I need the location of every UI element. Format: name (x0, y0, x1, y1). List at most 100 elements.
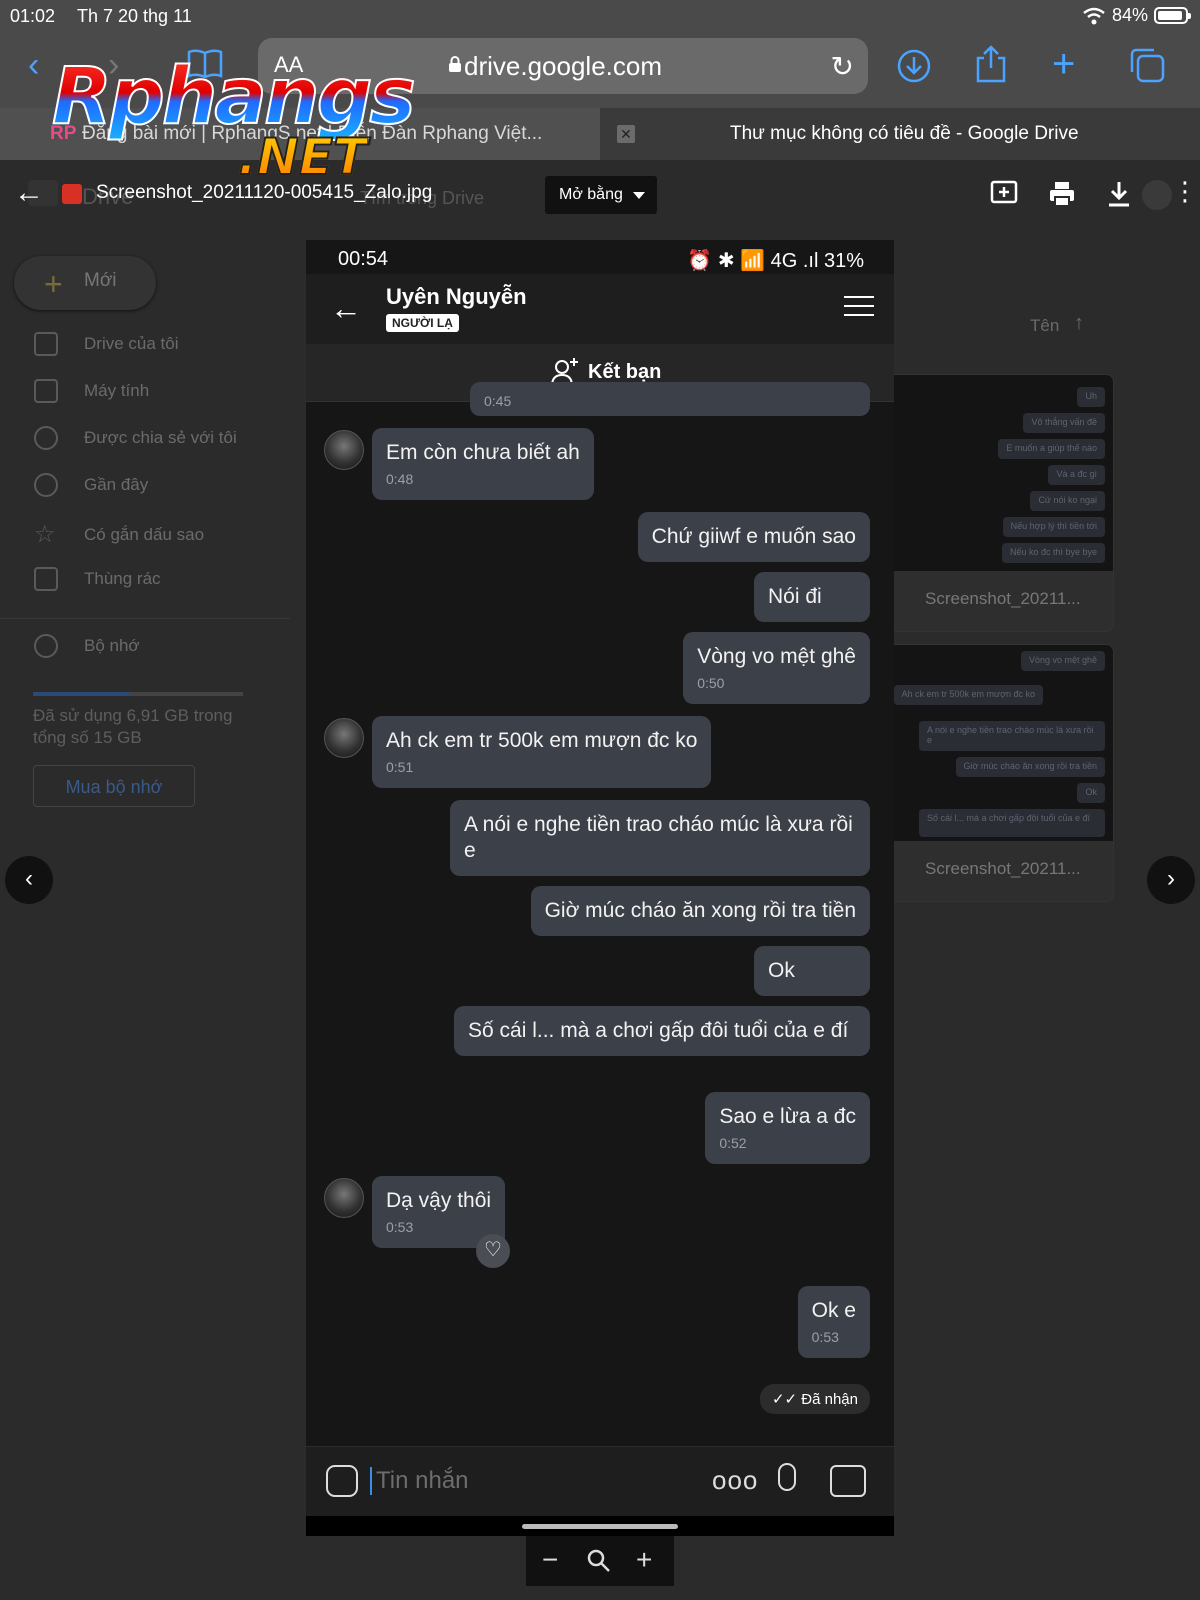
message-text: Số cái l... mà a chơi gấp đôi tuổi của e… (468, 1019, 849, 1042)
sidebar-item-shared[interactable]: Được chia sẻ với tôi (34, 426, 237, 450)
preview-bubble: Nếu ko đc thì bye bye (1001, 543, 1105, 563)
message-bubble-out: Vòng vo mệt ghê 0:50 (683, 632, 870, 704)
preview-bubble: Ok (1077, 783, 1105, 803)
sidebar-item-storage[interactable]: Bộ nhớ (34, 634, 140, 658)
chat-back-icon: ← (330, 290, 362, 326)
message-text: Vòng vo mệt ghê (697, 645, 856, 668)
sidebar-item-computers[interactable]: Máy tính (34, 379, 149, 403)
previous-file-icon[interactable]: ‹ (5, 856, 53, 904)
avatar[interactable] (1142, 180, 1172, 210)
print-icon[interactable] (1048, 180, 1076, 208)
downloads-icon[interactable] (896, 48, 932, 84)
open-with-button[interactable]: Mở bằng (545, 176, 657, 214)
sidebar-item-trash[interactable]: Thùng rác (34, 567, 161, 591)
message-time: 0:45 (484, 393, 512, 409)
preview-bubble: Ah ck em tr 500k em mượn đc ko (893, 685, 1043, 705)
sidebar-item-label: Máy tính (84, 381, 150, 400)
chat-header: ← Uyên Nguyễn NGƯỜI LẠ (306, 274, 894, 344)
cloud-icon (34, 634, 58, 658)
menu-list-icon (844, 296, 874, 323)
file-card[interactable]: Uh Vô thắng vấn đề E muốn a giúp thế nào… (888, 374, 1114, 632)
message-input-bar: Tin nhắn ooo (306, 1446, 894, 1516)
add-comment-icon[interactable] (990, 180, 1018, 208)
received-status: ✓✓ Đã nhận (759, 1384, 870, 1414)
sort-ascending-icon[interactable]: ↑ (1074, 312, 1084, 335)
contact-avatar (324, 1178, 364, 1218)
sidebar-divider (0, 618, 290, 619)
more-options-icon[interactable]: ⋮ (1172, 176, 1198, 207)
drive-icon (34, 332, 58, 356)
sidebar-item-label: Bộ nhớ (84, 636, 140, 655)
tab-google-drive[interactable]: Thư mục không có tiêu đề - Google Drive (600, 108, 1200, 160)
storage-progress-fill (33, 692, 130, 696)
message-bubble-out: A nói e nghe tiền trao cháo múc là xưa r… (450, 800, 870, 876)
sort-by-name[interactable]: Tên (1030, 316, 1059, 336)
preview-bubble: Uh (1077, 387, 1105, 407)
message-time: 0:53 (811, 1329, 839, 1345)
sidebar-item-my-drive[interactable]: Drive của tôi (34, 332, 178, 356)
new-button[interactable]: + Mới (14, 256, 156, 310)
status-right: 84% (1082, 5, 1191, 26)
message-text: Dạ vậy thôi (386, 1189, 492, 1212)
storage-progress-bar (33, 692, 243, 696)
storage-usage-text: Đã sử dụng 6,91 GB trong tổng số 15 GB (33, 706, 233, 747)
message-text: Giờ múc cháo ăn xong rồi tra tiền (544, 899, 856, 922)
message-bubble-out: Ok e 0:53 (797, 1286, 870, 1358)
tab-label: Thư mục không có tiêu đề - Google Drive (730, 123, 1079, 144)
zalo-screenshot: 00:54 ⏰ ✱ 📶 4G .ıl 31% ← Uyên Nguyễn NGƯ… (306, 240, 894, 1536)
message-bubble-out: 0:45 (470, 382, 870, 416)
message-bubble-out: Nói đi (754, 572, 870, 622)
new-button-label: Mới (84, 270, 117, 291)
preview-bubble: Số cái l... mà a chơi gấp đôi tuổi của e… (919, 809, 1105, 837)
new-tab-icon[interactable]: + (1052, 44, 1075, 84)
message-bubble-in: Ah ck em tr 500k em mượn đc ko 0:51 (372, 716, 712, 788)
more-dots-icon: ooo (712, 1465, 759, 1495)
close-viewer-icon[interactable]: ← (14, 176, 44, 210)
shared-icon (34, 426, 58, 450)
phone-status-bar: 00:54 ⏰ ✱ 📶 4G .ıl 31% (306, 240, 894, 276)
preview-bubble: Cứ nói ko ngại (1030, 491, 1105, 511)
reload-icon[interactable]: ↻ (831, 50, 854, 83)
phone-time: 00:54 (338, 248, 389, 270)
home-indicator (306, 1516, 894, 1536)
back-icon[interactable]: ‹ (28, 48, 39, 82)
sidebar-item-label: Có gắn dấu sao (84, 524, 205, 544)
file-card[interactable]: Vòng vo mệt ghê Ah ck em tr 500k em mượn… (888, 644, 1114, 902)
file-name: Screenshot_20211... (925, 589, 1081, 608)
open-with-label: Mở bằng (559, 186, 623, 203)
share-icon[interactable] (974, 44, 1008, 84)
phone-status-icons: ⏰ ✱ 📶 4G .ıl 31% (687, 250, 864, 272)
wifi-icon (1083, 7, 1105, 24)
sidebar-item-recent[interactable]: Gần đây (34, 473, 148, 497)
microphone-icon (778, 1463, 796, 1491)
sidebar-item-label: Thùng rác (84, 569, 161, 588)
ipad-status-bar: 01:02 Th 7 20 thg 11 84% (0, 0, 1200, 34)
message-text: A nói e nghe tiền trao cháo múc là xưa r… (464, 813, 853, 862)
message-text: Nói đi (768, 585, 822, 608)
trash-icon (34, 567, 58, 591)
stranger-badge: NGƯỜI LẠ (386, 314, 459, 332)
add-friend-label: Kết bạn (588, 361, 662, 383)
emoji-icon (326, 1465, 358, 1497)
buy-storage-button[interactable]: Mua bộ nhớ (33, 765, 195, 807)
message-text: Ah ck em tr 500k em mượn đc ko (386, 729, 698, 752)
file-name: Screenshot_20211... (925, 859, 1081, 878)
zoom-search-icon[interactable] (586, 1548, 612, 1574)
message-bubble-out: Ok (754, 946, 870, 996)
next-file-icon[interactable]: › (1147, 856, 1195, 904)
message-time: 0:52 (719, 1135, 747, 1151)
message-time: 0:48 (386, 471, 414, 487)
download-icon[interactable] (1106, 180, 1132, 208)
message-bubble-in: Em còn chưa biết ah 0:48 (372, 428, 594, 500)
status-date: Th 7 20 thg 11 (77, 6, 192, 26)
zoom-out-button[interactable]: − (542, 1544, 558, 1576)
sidebar-item-starred[interactable]: ☆ Có gắn dấu sao (34, 520, 204, 549)
tabs-overview-icon[interactable] (1128, 46, 1166, 84)
preview-bubble: Và a đc gì (1048, 465, 1105, 485)
sidebar-item-label: Drive của tôi (84, 334, 179, 353)
zoom-in-button[interactable]: + (636, 1544, 652, 1576)
message-time: 0:51 (386, 759, 414, 775)
message-text: Ok e (811, 1299, 856, 1322)
message-time: 0:50 (697, 675, 725, 691)
message-bubble-out: Số cái l... mà a chơi gấp đôi tuổi của e… (454, 1006, 870, 1056)
